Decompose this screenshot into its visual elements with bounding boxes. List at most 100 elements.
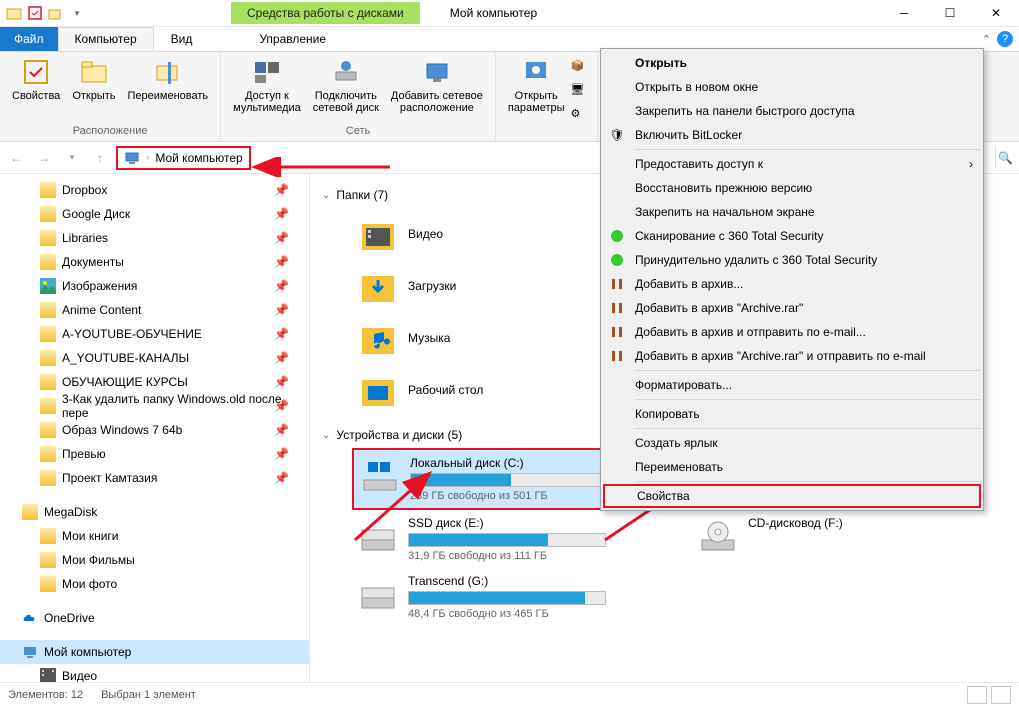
rename-button[interactable]: Переименовать (124, 54, 213, 104)
manage-button[interactable]: ⚙ (571, 104, 587, 126)
media-access-button[interactable]: Доступ к мультимедиа (229, 54, 305, 116)
context-menu-item[interactable]: Форматировать... (603, 373, 981, 397)
properties-button[interactable]: Свойства (8, 54, 64, 104)
pin-icon: 📌 (274, 303, 289, 317)
context-menu-item[interactable]: Предоставить доступ к› (603, 152, 981, 176)
tree-item[interactable]: Мой компьютер (0, 640, 309, 664)
context-menu-item[interactable]: Копировать (603, 402, 981, 426)
drive-icon (358, 574, 398, 614)
titlebar: ▾ Средства работы с дисками Мой компьюте… (0, 0, 1019, 27)
tab-computer[interactable]: Компьютер (58, 27, 154, 51)
folder-tile[interactable]: Загрузки (352, 260, 612, 312)
new-folder-icon[interactable] (48, 5, 64, 21)
tab-manage[interactable]: Управление (239, 27, 346, 51)
tree-item[interactable]: Документы📌 (0, 250, 309, 274)
folder-tile[interactable]: Рабочий стол (352, 364, 612, 416)
tree-item-label: Документы (62, 255, 124, 269)
context-menu-item[interactable]: Добавить в архив... (603, 272, 981, 296)
tree-item[interactable]: Мои фото (0, 572, 309, 596)
up-button[interactable]: ↑ (88, 146, 112, 170)
minimize-button[interactable]: ─ (881, 0, 927, 27)
uninstall-programs-button[interactable]: 📦 (571, 56, 587, 78)
tree-item[interactable]: Превью📌 (0, 442, 309, 466)
tree-item[interactable]: Google Диск📌 (0, 202, 309, 226)
context-menu-item[interactable]: Открыть (603, 51, 981, 75)
open-settings-button[interactable]: Открыть параметры (504, 54, 569, 116)
context-menu-item[interactable]: Добавить в архив "Archive.rar" и отправи… (603, 344, 981, 368)
onedrive-icon (22, 610, 38, 626)
tree-item-label: Мои фото (62, 577, 117, 591)
tree-item[interactable]: A-YOUTUBE-ОБУЧЕНИЕ📌 (0, 322, 309, 346)
drive-tile[interactable]: SSD диск (E:)31,9 ГБ свободно из 111 ГБ (352, 510, 612, 568)
tree-item-label: Проект Камтазия (62, 471, 157, 485)
drive-tile[interactable]: Локальный диск (C:)239 ГБ свободно из 50… (352, 448, 612, 510)
context-menu-item[interactable]: Создать ярлык (603, 431, 981, 455)
drive-tile[interactable]: Transcend (G:)48,4 ГБ свободно из 465 ГБ (352, 568, 612, 626)
context-menu-item[interactable]: Восстановить прежнюю версию (603, 176, 981, 200)
context-menu-item[interactable]: Свойства (603, 484, 981, 508)
tree-item[interactable]: ОБУЧАЮЩИЕ КУРСЫ📌 (0, 370, 309, 394)
context-menu-item[interactable]: Открыть в новом окне (603, 75, 981, 99)
tree-item[interactable]: Образ Windows 7 64b📌 (0, 418, 309, 442)
tree-item-label: Превью (62, 447, 106, 461)
navigation-pane: Dropbox📌Google Диск📌Libraries📌Документы📌… (0, 174, 310, 682)
tree-item[interactable]: Мои книги (0, 524, 309, 548)
context-menu-item[interactable]: Добавить в архив и отправить по e-mail..… (603, 320, 981, 344)
recent-dropdown[interactable]: ▾ (60, 146, 84, 170)
context-menu-item[interactable]: Переименовать (603, 455, 981, 479)
pin-icon: 📌 (274, 231, 289, 245)
context-menu-item[interactable]: Закрепить на начальном экране (603, 200, 981, 224)
tree-item[interactable]: Libraries📌 (0, 226, 309, 250)
context-menu-item[interactable]: Закрепить на панели быстрого доступа (603, 99, 981, 123)
large-icons-view-button[interactable] (991, 686, 1011, 704)
breadcrumb[interactable]: › Мой компьютер (116, 146, 251, 170)
status-bar: Элементов: 12 Выбран 1 элемент (0, 682, 1019, 706)
tree-item[interactable]: Anime Content📌 (0, 298, 309, 322)
file-tab[interactable]: Файл (0, 27, 58, 51)
tree-item[interactable]: Изображения📌 (0, 274, 309, 298)
context-menu-item[interactable]: 🛡Включить BitLocker (603, 123, 981, 147)
close-button[interactable]: ✕ (973, 0, 1019, 27)
context-menu-item[interactable]: Сканирование с 360 Total Security (603, 224, 981, 248)
collapse-ribbon-icon[interactable]: ⌃ (982, 33, 991, 46)
tree-item-label: Мои Фильмы (62, 553, 135, 567)
tree-item[interactable]: Проект Камтазия📌 (0, 466, 309, 490)
video-icon (40, 668, 56, 682)
details-view-button[interactable] (967, 686, 987, 704)
add-network-location-button[interactable]: Добавить сетевое расположение (387, 54, 487, 116)
tree-item[interactable]: Видео (0, 664, 309, 682)
manage-icon: ⚙ (571, 107, 587, 123)
context-menu-label: Открыть в новом окне (635, 80, 758, 94)
back-button[interactable]: ← (4, 146, 28, 170)
folder-tile[interactable]: Музыка (352, 312, 612, 364)
folder-tile[interactable]: Видео (352, 208, 612, 260)
pc-icon (22, 644, 38, 660)
tab-view[interactable]: Вид (154, 27, 210, 51)
tree-item[interactable]: 3-Как удалить папку Windows.old после пе… (0, 394, 309, 418)
drive-tile[interactable]: CD-дисковод (F:) (692, 510, 952, 568)
open-button[interactable]: Открыть (68, 54, 119, 104)
folder-icon (40, 576, 56, 592)
forward-button[interactable]: → (32, 146, 56, 170)
context-menu-item[interactable]: Принудительно удалить с 360 Total Securi… (603, 248, 981, 272)
map-network-drive-button[interactable]: Подключить сетевой диск (309, 54, 383, 116)
system-properties-button[interactable]: 🖥 (571, 80, 587, 102)
context-menu-item[interactable]: Добавить в архив "Archive.rar" (603, 296, 981, 320)
tree-item-label: Изображения (62, 279, 137, 293)
tree-item-label: MegaDisk (44, 505, 97, 519)
tree-item[interactable]: OneDrive (0, 606, 309, 630)
properties-icon[interactable] (27, 5, 43, 21)
context-menu-label: Копировать (635, 407, 700, 421)
tree-item-label: Видео (62, 669, 97, 682)
search-box[interactable]: 🔍 (995, 147, 1015, 169)
folder-icon (40, 182, 56, 198)
tree-item[interactable]: Мои Фильмы (0, 548, 309, 572)
submenu-arrow-icon: › (969, 157, 973, 171)
tree-item-label: Dropbox (62, 183, 107, 197)
help-icon[interactable]: ? (997, 31, 1013, 47)
tree-item[interactable]: Dropbox📌 (0, 178, 309, 202)
tree-item[interactable]: MegaDisk (0, 500, 309, 524)
maximize-button[interactable]: ☐ (927, 0, 973, 27)
qat-dropdown-icon[interactable]: ▾ (69, 5, 85, 21)
tree-item[interactable]: A_YOUTUBE-КАНАЛЫ📌 (0, 346, 309, 370)
